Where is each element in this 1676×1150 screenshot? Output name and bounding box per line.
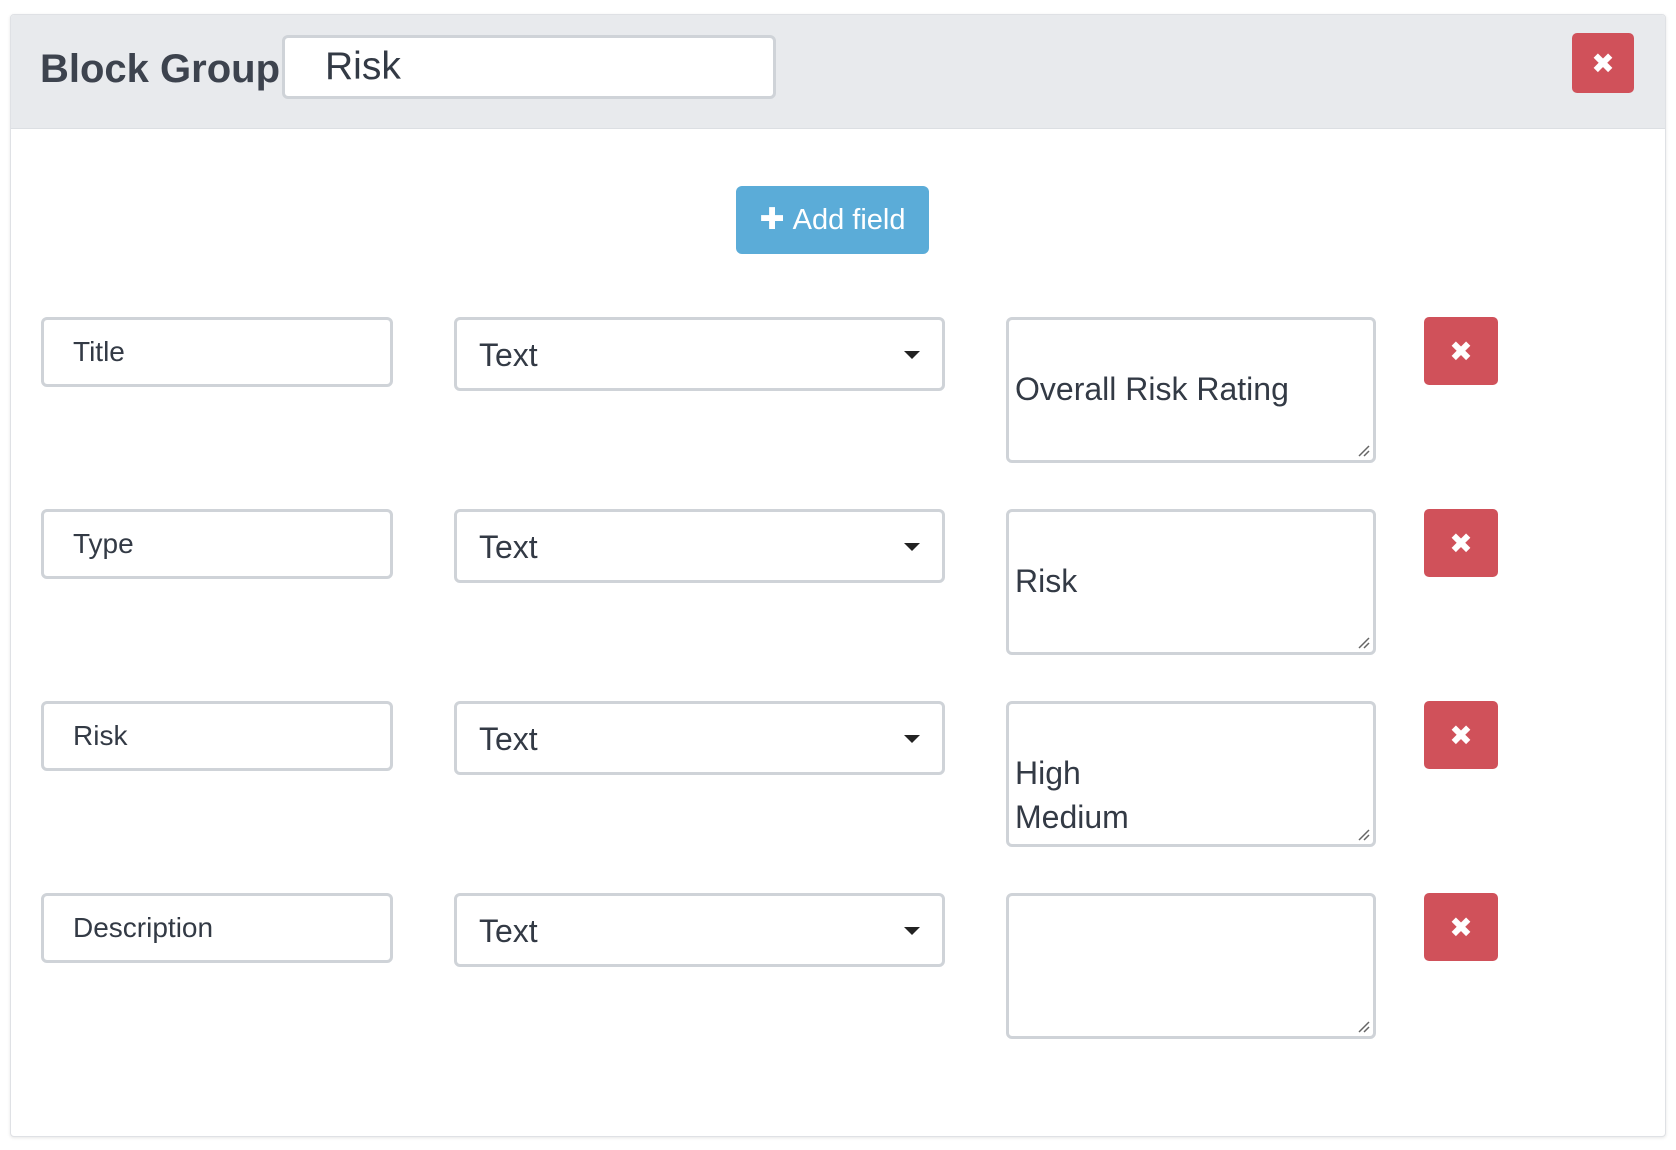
field-row: Text Risk ✖ — [11, 509, 1665, 659]
close-icon: ✖ — [1449, 718, 1473, 752]
chevron-down-icon — [904, 927, 920, 935]
field-row: Text High Medium Low ✖ — [11, 701, 1665, 851]
resize-handle-icon[interactable] — [1356, 443, 1370, 457]
field-type-select[interactable]: Text — [454, 701, 945, 775]
add-field-button[interactable]: ✚ Add field — [736, 186, 929, 254]
panel-header: Block Group ✖ — [11, 15, 1665, 129]
add-field-label: Add field — [792, 203, 906, 236]
block-group-panel: Block Group ✖ ✚ Add field Text Overall R… — [10, 14, 1666, 1137]
field-name-input[interactable] — [41, 701, 393, 771]
field-options-textarea[interactable] — [1006, 893, 1376, 1039]
resize-handle-icon[interactable] — [1356, 827, 1370, 841]
field-type-value: Text — [479, 529, 538, 565]
field-type-select[interactable]: Text — [454, 317, 945, 391]
field-type-value: Text — [479, 721, 538, 757]
field-row: Text Overall Risk Rating ✖ — [11, 317, 1665, 467]
field-name-input[interactable] — [41, 509, 393, 579]
field-options-textarea[interactable]: Overall Risk Rating — [1006, 317, 1376, 463]
delete-field-button[interactable]: ✖ — [1424, 509, 1498, 577]
field-row: Text ✖ — [11, 893, 1665, 1043]
delete-field-button[interactable]: ✖ — [1424, 893, 1498, 961]
field-options-value: Overall Risk Rating — [1015, 371, 1289, 407]
chevron-down-icon — [904, 351, 920, 359]
resize-handle-icon[interactable] — [1356, 635, 1370, 649]
group-name-input[interactable] — [282, 35, 776, 99]
close-icon: ✖ — [1449, 910, 1473, 944]
field-options-value: Risk — [1015, 563, 1078, 599]
close-icon: ✖ — [1591, 46, 1615, 80]
field-type-select[interactable]: Text — [454, 509, 945, 583]
block-group-title: Block Group — [40, 47, 281, 91]
chevron-down-icon — [904, 543, 920, 551]
field-options-textarea[interactable]: Risk — [1006, 509, 1376, 655]
plus-icon: ✚ — [759, 202, 785, 237]
field-options-value: High Medium Low — [1015, 755, 1129, 844]
field-type-select[interactable]: Text — [454, 893, 945, 967]
close-icon: ✖ — [1449, 334, 1473, 368]
field-options-textarea[interactable]: High Medium Low — [1006, 701, 1376, 847]
close-icon: ✖ — [1449, 526, 1473, 560]
field-name-input[interactable] — [41, 317, 393, 387]
chevron-down-icon — [904, 735, 920, 743]
delete-field-button[interactable]: ✖ — [1424, 701, 1498, 769]
resize-handle-icon[interactable] — [1356, 1019, 1370, 1033]
remove-group-button[interactable]: ✖ — [1572, 33, 1634, 93]
delete-field-button[interactable]: ✖ — [1424, 317, 1498, 385]
field-name-input[interactable] — [41, 893, 393, 963]
field-type-value: Text — [479, 913, 538, 949]
field-type-value: Text — [479, 337, 538, 373]
